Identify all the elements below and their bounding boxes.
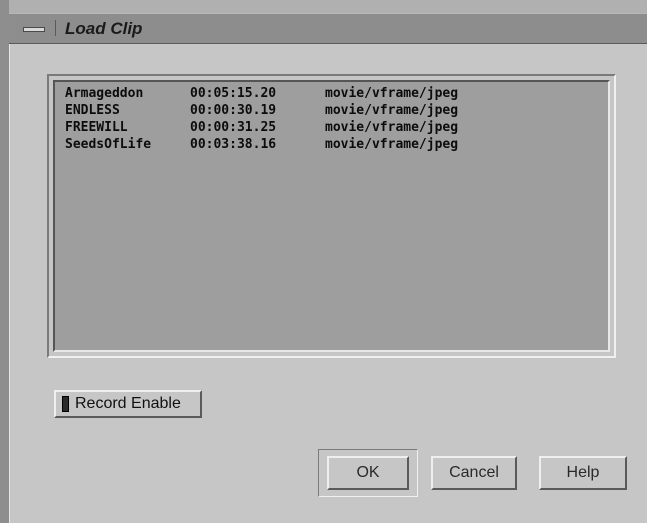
clip-name: SeedsOfLife [65, 137, 152, 152]
window-top-border [9, 0, 647, 13]
clip-list-item[interactable]: Armageddon 00:05:15.20 movie/vframe/jpeg [65, 85, 608, 102]
dialog-window: Load Clip Armageddon 00:05:15.20 movie/vfr… [0, 0, 647, 523]
cancel-button[interactable]: Cancel [431, 456, 517, 490]
clip-duration: 00:00:31.25 [190, 120, 277, 135]
help-button[interactable]: Help [539, 456, 627, 490]
clip-list-item[interactable]: FREEWILL 00:00:31.25 movie/vframe/jpeg [65, 119, 608, 136]
ok-button[interactable]: OK [327, 456, 409, 490]
dialog-client-area: Armageddon 00:05:15.20 movie/vframe/jpeg EN… [9, 44, 647, 523]
clip-format: movie/vframe/jpeg [325, 86, 459, 101]
clip-name: Armageddon [65, 86, 144, 101]
toggle-indicator-icon [62, 396, 69, 412]
clip-list-item[interactable]: ENDLESS 00:00:30.19 movie/vframe/jpeg [65, 102, 608, 119]
window-menu-button[interactable] [14, 20, 56, 36]
record-enable-label: Record Enable [75, 395, 181, 412]
clip-format: movie/vframe/jpeg [325, 103, 459, 118]
window-menu-icon [23, 27, 45, 32]
clip-name: FREEWILL [65, 120, 128, 135]
clip-list-item[interactable]: SeedsOfLife 00:03:38.16 movie/vframe/jpeg [65, 136, 608, 153]
clip-list[interactable]: Armageddon 00:05:15.20 movie/vframe/jpeg EN… [53, 80, 610, 352]
record-enable-toggle[interactable]: Record Enable [54, 390, 202, 418]
clip-duration: 00:05:15.20 [190, 86, 277, 101]
window-title: Load Clip [65, 19, 143, 38]
title-bar[interactable]: Load Clip [9, 13, 647, 44]
clip-format: movie/vframe/jpeg [325, 137, 459, 152]
clip-duration: 00:03:38.16 [190, 137, 277, 152]
clip-list-frame: Armageddon 00:05:15.20 movie/vframe/jpeg EN… [47, 74, 616, 358]
clip-duration: 00:00:30.19 [190, 103, 277, 118]
clip-name: ENDLESS [65, 103, 120, 118]
clip-format: movie/vframe/jpeg [325, 120, 459, 135]
